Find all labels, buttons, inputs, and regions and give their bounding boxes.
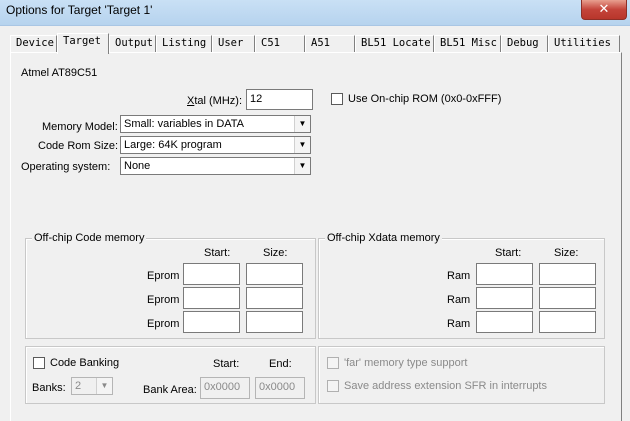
tab-strip: Device Target Output Listing User C51 A5… (10, 33, 622, 54)
code-banking-group: Code Banking Start: End: Banks: 2 ▼ Bank… (25, 346, 316, 404)
ram-start-input[interactable] (476, 263, 533, 285)
tab-user[interactable]: User (212, 35, 255, 52)
offchip-xdata-memory-title: Off-chip Xdata memory (325, 232, 442, 245)
tab-c51[interactable]: C51 (255, 35, 305, 52)
bank-area-label: Bank Area: (143, 384, 197, 396)
code-rom-size-label: Code Rom Size: (38, 140, 119, 152)
operating-system-select[interactable]: None ▼ (120, 157, 311, 175)
code-start-header: Start: (204, 247, 231, 259)
code-rom-size-select[interactable]: Large: 64K program ▼ (120, 136, 311, 154)
xdata-size-header: Size: (554, 247, 579, 259)
banks-select[interactable]: 2 ▼ (71, 377, 113, 395)
ram-label: Ram (447, 318, 471, 330)
tab-device[interactable]: Device (10, 35, 57, 52)
eprom-label: Eprom (147, 294, 180, 306)
code-banking-label: Code Banking (50, 357, 120, 369)
operating-system-value: None (124, 160, 151, 172)
eprom-size-input[interactable] (246, 311, 303, 333)
xtal-input[interactable]: 12 (246, 89, 313, 110)
close-icon: ✕ (598, 1, 610, 16)
far-memory-group: 'far' memory type support Save address e… (318, 346, 605, 404)
chevron-down-icon: ▼ (96, 378, 112, 394)
bank-start-header: Start: (213, 358, 240, 370)
code-banking-checkbox[interactable] (33, 357, 45, 369)
eprom-label: Eprom (147, 318, 180, 330)
save-sfr-label: Save address extension SFR in interrupts (344, 380, 547, 392)
bank-area-start-input[interactable]: 0x0000 (200, 377, 250, 399)
ram-label: Ram (447, 294, 471, 306)
use-onchip-rom-checkbox[interactable] (331, 93, 343, 105)
ram-size-input[interactable] (539, 311, 596, 333)
xdata-start-header: Start: (495, 247, 522, 259)
bank-area-end-input[interactable]: 0x0000 (255, 377, 305, 399)
memory-model-value: Small: variables in DATA (124, 118, 245, 130)
tab-utilities[interactable]: Utilities (548, 35, 620, 52)
eprom-start-input[interactable] (183, 311, 240, 333)
device-name: Atmel AT89C51 (21, 67, 98, 79)
memory-model-select[interactable]: Small: variables in DATA ▼ (120, 115, 311, 133)
chevron-down-icon: ▼ (294, 116, 310, 132)
title-bar: Options for Target 'Target 1' ✕ (0, 0, 630, 26)
ram-start-input[interactable] (476, 287, 533, 309)
ram-label: Ram (447, 270, 471, 282)
tab-bl51-misc[interactable]: BL51 Misc (434, 35, 501, 52)
eprom-start-input[interactable] (183, 287, 240, 309)
tab-debug[interactable]: Debug (501, 35, 548, 52)
ram-size-input[interactable] (539, 287, 596, 309)
code-size-header: Size: (263, 247, 288, 259)
ram-size-input[interactable] (539, 263, 596, 285)
chevron-down-icon: ▼ (294, 158, 310, 174)
eprom-size-input[interactable] (246, 287, 303, 309)
xtal-label: Xtal (MHz): (187, 95, 243, 107)
tab-listing[interactable]: Listing (156, 35, 212, 52)
target-options-panel: Atmel AT89C51 Xtal (MHz): 12 Use On-chip… (10, 52, 622, 421)
operating-system-label: Operating system: (21, 161, 111, 173)
tab-a51[interactable]: A51 (305, 35, 355, 52)
offchip-xdata-memory-group: Off-chip Xdata memory Start: Size: Ram R… (318, 232, 605, 339)
offchip-code-memory-title: Off-chip Code memory (32, 232, 147, 245)
far-memory-checkbox[interactable] (327, 357, 339, 369)
save-sfr-checkbox[interactable] (327, 380, 339, 392)
far-memory-label: 'far' memory type support (344, 357, 468, 369)
offchip-code-memory-group: Off-chip Code memory Start: Size: Eprom … (25, 232, 316, 339)
close-button[interactable]: ✕ (581, 0, 627, 20)
tab-target[interactable]: Target (57, 33, 109, 54)
eprom-start-input[interactable] (183, 263, 240, 285)
tab-bl51-locate[interactable]: BL51 Locate (355, 35, 434, 52)
chevron-down-icon: ▼ (294, 137, 310, 153)
bank-end-header: End: (269, 358, 292, 370)
eprom-label: Eprom (147, 270, 180, 282)
memory-model-label: Memory Model: (42, 121, 118, 133)
tab-output[interactable]: Output (109, 35, 156, 52)
ram-start-input[interactable] (476, 311, 533, 333)
banks-value: 2 (75, 380, 82, 392)
banks-label: Banks: (32, 382, 66, 394)
eprom-size-input[interactable] (246, 263, 303, 285)
window-title: Options for Target 'Target 1' (6, 3, 153, 17)
use-onchip-rom-label: Use On-chip ROM (0x0-0xFFF) (348, 93, 502, 105)
code-rom-size-value: Large: 64K program (124, 139, 222, 151)
